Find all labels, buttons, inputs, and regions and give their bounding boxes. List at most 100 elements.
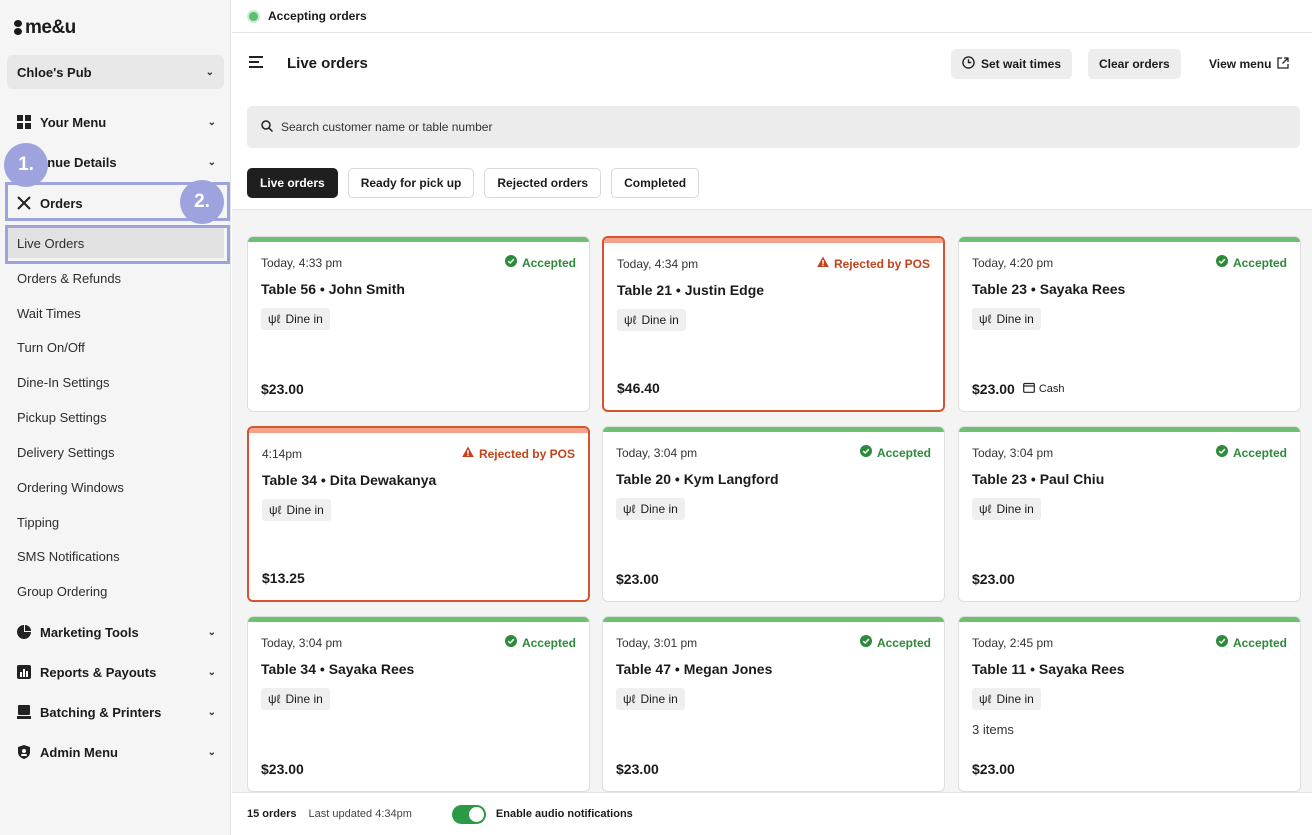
cutlery-icon: ψℓ — [979, 312, 992, 326]
customer-name: Sayaka Rees — [328, 661, 415, 677]
order-type-label: Dine in — [640, 502, 678, 516]
status-text: Accepted — [1232, 255, 1287, 270]
audio-notifications-label: Enable audio notifications — [495, 808, 633, 820]
sidebar-section-label: Batching & Printers — [40, 704, 162, 720]
order-card[interactable]: Today, 3:04 pm Accepted Table 20 • Kym L… — [602, 426, 945, 602]
check-circle-icon — [1215, 635, 1228, 650]
order-type-label: Dine in — [285, 312, 323, 326]
sidebar-item-tipping[interactable]: Tipping — [7, 507, 224, 537]
order-card[interactable]: Today, 3:01 pm Accepted Table 47 • Megan… — [602, 616, 945, 792]
order-price: $23.00 — [972, 761, 1015, 777]
tab-live-orders[interactable]: Live orders — [247, 168, 338, 198]
page-header: Live orders Set wait times Clear orders … — [232, 34, 1312, 94]
status-badge: Accepted — [504, 255, 576, 270]
sidebar-item-dine-in-settings[interactable]: Dine-In Settings — [7, 367, 224, 397]
tab-rejected-orders[interactable]: Rejected orders — [484, 168, 602, 198]
grid-icon — [17, 115, 31, 129]
sidebar-section-reports-payouts[interactable]: Reports & Payouts ⌄ — [7, 657, 224, 687]
order-card[interactable]: Today, 3:04 pm Accepted Table 23 • Paul … — [958, 426, 1301, 602]
sidebar-item-turn-on-off[interactable]: Turn On/Off — [7, 332, 224, 362]
hamburger-menu-icon[interactable] — [249, 56, 263, 68]
cutlery-icon: ψℓ — [268, 692, 281, 706]
order-type-chip: ψℓ Dine in — [972, 498, 1041, 520]
sidebar-item-group-ordering[interactable]: Group Ordering — [7, 576, 224, 606]
me-and-u-logo[interactable]: me&u — [14, 17, 76, 39]
sidebar-section-label: Your Menu — [40, 114, 107, 130]
order-card[interactable]: 4:14pm Rejected by POS Table 34 • Dita D… — [247, 426, 590, 602]
orders-footer: 15 orders Last updated 4:34pm Enable aud… — [232, 792, 1312, 835]
order-price: $23.00 — [616, 761, 659, 777]
payment-label: Cash — [1038, 383, 1065, 395]
order-price: $23.00 — [972, 571, 1015, 587]
chevron-down-icon: ⌄ — [207, 626, 216, 638]
page-title: Live orders — [287, 55, 368, 72]
order-card[interactable]: Today, 3:04 pm Accepted Table 34 • Sayak… — [247, 616, 590, 792]
table-number: Table 21 — [617, 282, 672, 298]
order-time: Today, 3:01 pm — [616, 636, 698, 650]
order-time: Today, 4:33 pm — [261, 256, 343, 270]
venue-selector[interactable]: Chloe's Pub ⌄ — [7, 55, 224, 89]
sidebar-item-pickup-settings[interactable]: Pickup Settings — [7, 402, 224, 432]
clear-orders-label: Clear orders — [1099, 57, 1170, 71]
chevron-down-icon: ⌄ — [207, 666, 216, 678]
status-text: Rejected by POS — [478, 446, 575, 461]
order-count: 15 orders — [247, 808, 297, 820]
sidebar-section-your-menu[interactable]: Your Menu ⌄ — [7, 107, 224, 137]
status-badge: Accepted — [1215, 635, 1287, 650]
order-time: Today, 4:20 pm — [972, 256, 1054, 270]
sidebar-item-wait-times[interactable]: Wait Times — [7, 298, 224, 328]
sidebar-section-admin-menu[interactable]: Admin Menu ⌄ — [7, 737, 224, 767]
set-wait-times-button[interactable]: Set wait times — [951, 49, 1073, 79]
accepting-orders-bar: Accepting orders — [232, 0, 1312, 33]
sidebar: me&u Chloe's Pub ⌄ Your Menu ⌄ enue Deta… — [0, 0, 231, 835]
cutlery-icon: ψℓ — [268, 312, 281, 326]
order-price: $23.00 — [972, 381, 1015, 397]
sidebar-section-marketing-tools[interactable]: Marketing Tools ⌄ — [7, 617, 224, 647]
order-card[interactable]: Today, 4:20 pm Accepted Table 23 • Sayak… — [958, 236, 1301, 412]
status-dot-icon — [249, 11, 258, 21]
order-card[interactable]: Today, 4:33 pm Accepted Table 56 • John … — [247, 236, 590, 412]
cutlery-icon: ψℓ — [623, 502, 636, 516]
search-placeholder: Search customer name or table number — [281, 120, 493, 134]
chevron-down-icon: ⌄ — [207, 156, 216, 168]
audio-notifications-toggle[interactable] — [451, 804, 486, 824]
order-type-chip: ψℓ Dine in — [261, 308, 330, 330]
logo-mark-icon — [14, 20, 23, 36]
sidebar-section-batching-printers[interactable]: Batching & Printers ⌄ — [7, 697, 224, 727]
customer-name: Paul Chiu — [1039, 471, 1105, 487]
payment-method: Cash — [1022, 382, 1065, 396]
view-menu-link[interactable]: View menu — [1209, 49, 1290, 79]
customer-name: Sayaka Rees — [1039, 281, 1126, 297]
order-type-chip: ψℓ Dine in — [972, 688, 1041, 710]
order-type-label: Dine in — [996, 502, 1034, 516]
check-circle-icon — [504, 635, 517, 650]
clear-orders-button[interactable]: Clear orders — [1088, 49, 1181, 79]
sidebar-item-live-orders[interactable]: Live Orders — [7, 228, 224, 258]
order-type-label: Dine in — [996, 692, 1034, 706]
warning-icon — [462, 446, 474, 461]
sidebar-item-delivery-settings[interactable]: Delivery Settings — [7, 437, 224, 467]
order-card[interactable]: Today, 2:45 pm Accepted Table 11 • Sayak… — [958, 616, 1301, 792]
tab-ready-for-pick-up[interactable]: Ready for pick up — [347, 168, 475, 198]
order-card[interactable]: Today, 4:34 pm Rejected by POS Table 21 … — [602, 236, 945, 412]
sidebar-item-orders-refunds[interactable]: Orders & Refunds — [7, 263, 224, 293]
order-price: $23.00 — [616, 571, 659, 587]
order-title: Table 23 • Paul Chiu — [972, 471, 1105, 487]
status-text: Accepted — [521, 255, 576, 270]
order-type-chip: ψℓ Dine in — [617, 309, 686, 331]
external-link-icon — [1277, 56, 1290, 72]
order-time: Today, 3:04 pm — [261, 636, 343, 650]
order-time: 4:14pm — [262, 447, 303, 461]
sidebar-item-sms-notifications[interactable]: SMS Notifications — [7, 541, 224, 571]
search-input[interactable]: Search customer name or table number — [247, 106, 1300, 148]
step-2-badge: 2. — [180, 180, 224, 224]
order-price-row: $23.00 — [616, 571, 659, 587]
check-circle-icon — [859, 445, 872, 460]
status-badge: Rejected by POS — [462, 446, 575, 461]
table-number: Table 34 — [261, 661, 316, 677]
clock-icon — [962, 56, 975, 72]
sidebar-item-ordering-windows[interactable]: Ordering Windows — [7, 472, 224, 502]
order-title: Table 47 • Megan Jones — [616, 661, 773, 677]
tab-completed[interactable]: Completed — [611, 168, 700, 198]
order-title: Table 21 • Justin Edge — [617, 282, 765, 298]
